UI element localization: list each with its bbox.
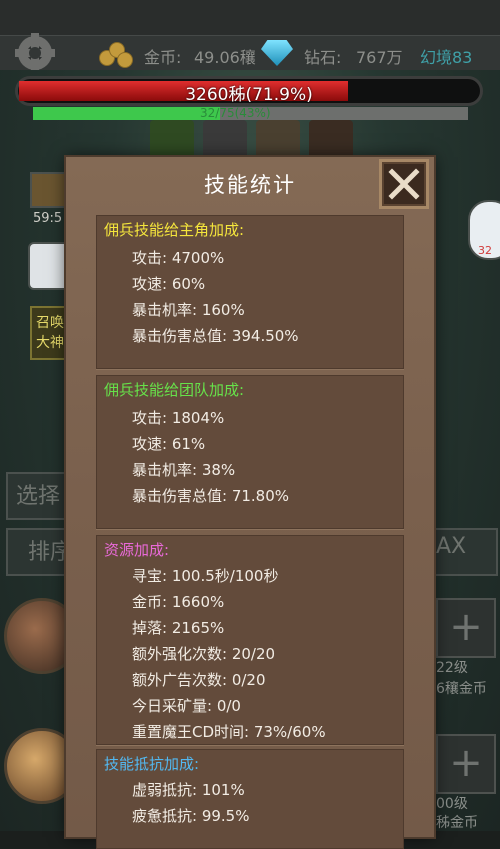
stat-row: 掉落: 2165%	[132, 619, 225, 637]
stat-row: 攻击: 4700%	[132, 249, 225, 267]
stat-row: 暴击伤害总值: 71.80%	[132, 487, 290, 505]
chest-icon[interactable]	[30, 172, 70, 208]
section-resource-bonus: 资源加成: 寻宝: 100.5秒/100秒 金币: 1660% 掉落: 2165…	[96, 535, 404, 745]
stat-row: 暴击机率: 160%	[132, 301, 245, 319]
stat-row: 额外强化次数: 20/20	[132, 645, 276, 663]
section-hero-bonus: 佣兵技能给主角加成: 攻击: 4700% 攻速: 60% 暴击机率: 160% …	[96, 215, 404, 369]
stat-row: 虚弱抵抗: 101%	[132, 781, 245, 799]
close-button[interactable]	[379, 159, 429, 209]
stat-row: 攻击: 1804%	[132, 409, 225, 427]
max-label: AX	[436, 534, 467, 559]
stat-row: 攻速: 61%	[132, 435, 206, 453]
badge-count: 32	[478, 244, 492, 257]
stat-row: 金币: 1660%	[132, 593, 225, 611]
section-title: 技能抵抗加成:	[104, 755, 200, 773]
coin-pile-icon	[97, 38, 133, 68]
stat-row: 重置魔王CD时间: 73%/60%	[132, 723, 326, 741]
gear-icon[interactable]	[18, 33, 52, 73]
summon-text-1: 召唤	[36, 315, 64, 331]
section-title: 佣兵技能给主角加成:	[104, 221, 245, 239]
level-text-2: 00级	[436, 796, 468, 812]
cost-text-1: 6穰金币	[436, 681, 487, 697]
skill-stats-dialog: 技能统计 佣兵技能给主角加成: 攻击: 4700% 攻速: 60% 暴击机率: …	[66, 157, 434, 849]
section-resist-bonus: 技能抵抗加成: 虚弱抵抗: 101% 疲惫抵抗: 99.5%	[96, 749, 404, 849]
section-title: 佣兵技能给团队加成:	[104, 381, 245, 399]
cost-text-2: 秭金币	[436, 815, 478, 831]
level-text-1: 22级	[436, 660, 468, 676]
section-title: 资源加成:	[104, 541, 170, 559]
stat-row: 额外广告次数: 0/20	[132, 671, 266, 689]
stat-row: 今日采矿量: 0/0	[132, 697, 241, 715]
timer-text: 59:5	[33, 211, 63, 226]
diamond-value: 767万	[356, 48, 403, 67]
progress-text: 32/75(43%)	[200, 106, 271, 120]
stat-row: 暴击机率: 38%	[132, 461, 236, 479]
close-icon	[388, 168, 420, 200]
summon-text-2: 大神	[36, 335, 64, 351]
realm-label[interactable]: 幻境83	[420, 44, 472, 68]
boss-hp-text: 3260秭(71.9%)	[185, 85, 313, 105]
gold-label: 金币:	[144, 48, 182, 67]
stat-row: 攻速: 60%	[132, 275, 206, 293]
stat-row: 疲惫抵抗: 99.5%	[132, 807, 250, 825]
progress-fill	[33, 107, 220, 120]
select-label: 选择	[16, 484, 61, 509]
section-team-bonus: 佣兵技能给团队加成: 攻击: 1804% 攻速: 61% 暴击机率: 38% 暴…	[96, 375, 404, 529]
diamond-label: 钻石:	[304, 48, 342, 67]
mail-icon[interactable]	[28, 242, 70, 290]
upgrade-plus-icon-2[interactable]: +	[436, 734, 496, 794]
stat-row: 寻宝: 100.5秒/100秒	[132, 567, 279, 585]
gold-value: 49.06穰	[194, 48, 256, 67]
stat-row: 暴击伤害总值: 394.50%	[132, 327, 299, 345]
upgrade-plus-icon-1[interactable]: +	[436, 598, 496, 658]
